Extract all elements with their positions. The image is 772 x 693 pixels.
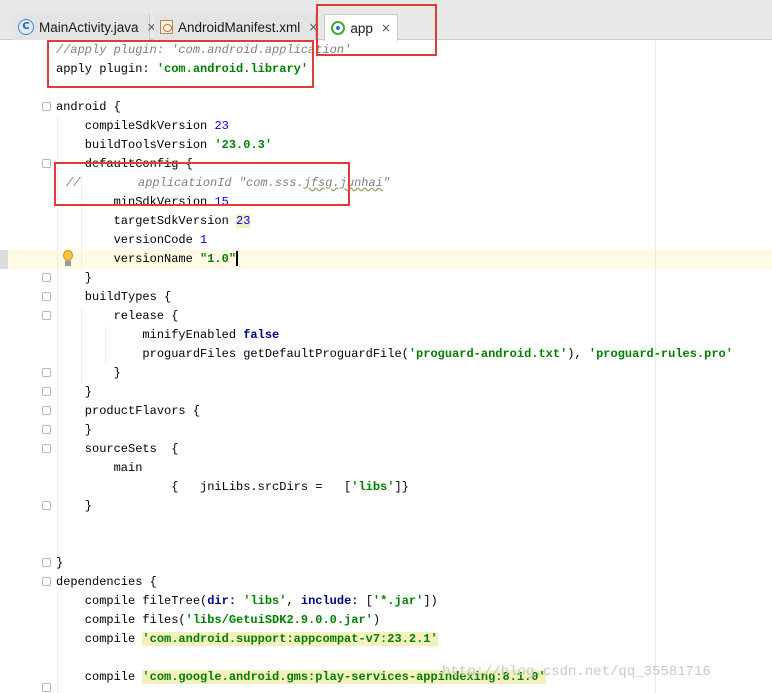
code-line: dependencies { [56, 575, 157, 589]
fold-marker[interactable] [42, 444, 51, 453]
code-line: { jniLibs.srcDirs = ['libs']} [56, 480, 409, 494]
code-line: } [56, 423, 93, 437]
code-line: } [56, 556, 64, 570]
tab-label: MainActivity.java [39, 19, 139, 35]
fold-marker[interactable] [42, 159, 51, 168]
java-class-icon: C [18, 19, 34, 35]
fold-marker[interactable] [42, 683, 51, 692]
current-line-gutter-mark [0, 250, 8, 269]
fold-marker[interactable] [42, 501, 51, 510]
code-line: buildToolsVersion '23.0.3' [56, 138, 273, 152]
fold-marker[interactable] [42, 102, 51, 111]
fold-marker[interactable] [42, 558, 51, 567]
annotation-box-applicationid [54, 162, 350, 206]
code-line: compile fileTree(dir: 'libs', include: [… [56, 594, 438, 608]
tab-androidmanifest[interactable]: AndroidManifest.xml × [154, 14, 318, 40]
annotation-box-app-tab [316, 4, 437, 56]
code-line: compile 'com.android.support:appcompat-v… [56, 632, 438, 646]
code-line: minifyEnabled false [56, 328, 280, 342]
code-line: compileSdkVersion 23 [56, 119, 229, 133]
code-line: proguardFiles getDefaultProguardFile('pr… [56, 347, 733, 361]
text-cursor [236, 251, 239, 267]
code-line: compile files('libs/GetuiSDK2.9.0.0.jar'… [56, 613, 381, 627]
code-line: } [56, 366, 121, 380]
code-line: sourceSets { [56, 442, 179, 456]
fold-marker[interactable] [42, 292, 51, 301]
code-line: targetSdkVersion 23 [56, 214, 251, 228]
fold-marker[interactable] [42, 387, 51, 396]
right-margin-guide [655, 41, 656, 693]
code-line: versionCode 1 [56, 233, 208, 247]
code-line: buildTypes { [56, 290, 172, 304]
code-line: versionName "1.0" [56, 251, 239, 267]
code-line: productFlavors { [56, 404, 201, 418]
manifest-icon [160, 19, 173, 35]
code-line: main [56, 461, 143, 475]
code-line: } [56, 499, 93, 513]
editor-gutter[interactable] [0, 41, 46, 693]
code-line: } [56, 271, 93, 285]
annotation-box-plugin [47, 40, 314, 88]
fold-marker[interactable] [42, 577, 51, 586]
fold-marker[interactable] [42, 406, 51, 415]
fold-marker[interactable] [42, 368, 51, 377]
tab-label: AndroidManifest.xml [178, 19, 301, 35]
code-line: } [56, 385, 93, 399]
fold-marker[interactable] [42, 311, 51, 320]
tab-mainactivity[interactable]: C MainActivity.java × [12, 14, 157, 40]
fold-marker[interactable] [42, 425, 51, 434]
code-line: android { [56, 100, 121, 114]
watermark: http://blog.csdn.net/qq_35581716 [442, 664, 711, 680]
code-line: release { [56, 309, 179, 323]
fold-marker[interactable] [42, 273, 51, 282]
